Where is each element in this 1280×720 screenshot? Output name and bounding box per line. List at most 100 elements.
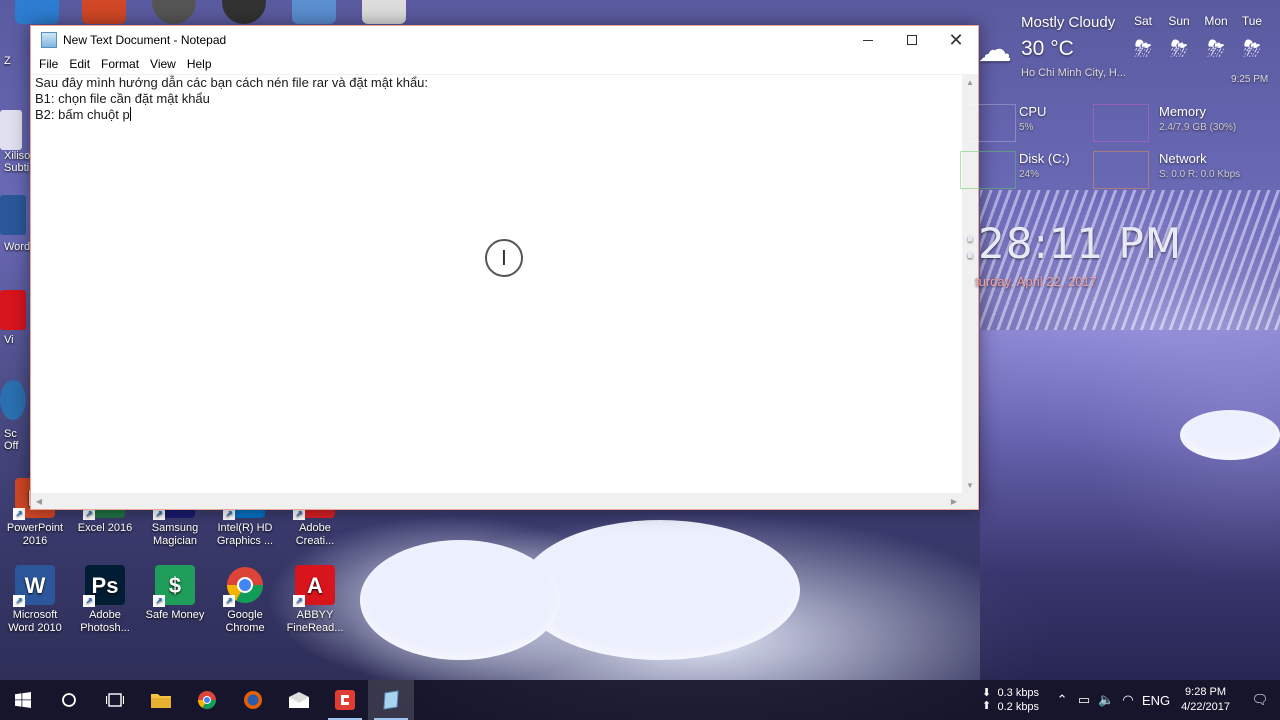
memory-label: Memory xyxy=(1159,104,1206,119)
clock-widget-date: turday, April 22, 2017 xyxy=(975,274,1097,289)
menu-view[interactable]: View xyxy=(146,57,183,71)
scrollbar-corner xyxy=(962,493,978,509)
desktop-icon[interactable]: A ↗ ABBYY FineRead... xyxy=(280,565,350,635)
thunderstorm-icon: ⛈ xyxy=(1134,36,1152,61)
desktop-icon-partial[interactable] xyxy=(82,0,126,24)
speaker-icon[interactable]: 🔈 xyxy=(1095,692,1117,708)
window-title: New Text Document - Notepad xyxy=(63,33,227,47)
edge-label: Z xyxy=(4,55,11,67)
wifi-icon[interactable]: ◠ xyxy=(1117,692,1139,708)
shortcut-arrow-icon: ↗ xyxy=(153,595,165,607)
desktop-icon-partial[interactable] xyxy=(15,0,59,24)
menu-file[interactable]: File xyxy=(35,57,65,71)
edge-label: Xiliso Subti xyxy=(4,150,31,174)
menu-edit[interactable]: Edit xyxy=(65,57,97,71)
disk-value: 24% xyxy=(1019,169,1040,180)
cpu-graph xyxy=(960,104,1016,142)
desktop-icon-partial[interactable] xyxy=(152,0,196,24)
shortcut-arrow-icon: ↗ xyxy=(13,595,25,607)
desktop-icon-label: Google Chrome xyxy=(225,609,265,634)
weather-condition: Mostly Cloudy xyxy=(1021,14,1116,31)
start-button[interactable] xyxy=(0,680,46,720)
app-icon[interactable] xyxy=(0,380,26,420)
scroll-up-arrow-icon[interactable]: ▲ xyxy=(962,74,978,90)
desktop-icon-partial[interactable] xyxy=(0,110,22,150)
taskbar-chrome[interactable] xyxy=(184,680,230,720)
desktop-icon-label: ABBYY FineRead... xyxy=(286,609,344,634)
desktop-icon-label: Excel 2016 xyxy=(77,522,133,534)
desktop-icon-label: Safe Money xyxy=(145,609,205,621)
battery-icon[interactable]: ▭ xyxy=(1073,692,1095,708)
action-center-icon[interactable]: 🗨 xyxy=(1240,692,1280,708)
disk-graph xyxy=(960,151,1016,189)
desktop-icon-partial[interactable] xyxy=(292,0,336,24)
desktop-icon[interactable]: $ ↗ Safe Money xyxy=(140,565,210,622)
desktop-icon-label: Adobe Creati... xyxy=(295,522,335,547)
taskbar-notepad[interactable] xyxy=(368,680,414,720)
edge-label: Sc Off xyxy=(4,428,19,452)
app-icon[interactable] xyxy=(0,290,26,330)
title-bar[interactable]: New Text Document - Notepad ✕ xyxy=(31,26,978,54)
horizontal-scrollbar[interactable]: ◀ ▶ xyxy=(31,493,962,509)
network-value: S: 0.0 R: 0.0 Kbps xyxy=(1159,169,1241,180)
desktop-icon-label: Samsung Magician xyxy=(151,522,199,547)
mail-icon xyxy=(289,692,309,708)
text-caret xyxy=(129,107,131,121)
network-graph xyxy=(1093,151,1149,189)
text-line-content: B2: bấm chuột p xyxy=(35,107,130,122)
show-hidden-icons-chevron-icon[interactable]: ⌃ xyxy=(1051,692,1073,708)
thunderstorm-icon: ⛈ xyxy=(1207,36,1225,61)
taskbar-camtasia[interactable] xyxy=(322,680,368,720)
scroll-down-arrow-icon[interactable]: ▼ xyxy=(962,477,978,493)
scroll-right-arrow-icon[interactable]: ▶ xyxy=(946,493,962,509)
maximize-icon xyxy=(907,35,917,45)
firefox-icon xyxy=(244,691,262,709)
shortcut-arrow-icon: ↗ xyxy=(83,595,95,607)
taskbar-date: 4/22/2017 xyxy=(1181,701,1230,713)
taskbar-file-explorer[interactable] xyxy=(138,680,184,720)
input-language[interactable]: ENG xyxy=(1139,693,1173,708)
thunderstorm-icon: ⛈ xyxy=(1243,36,1261,61)
safe-money-icon: $ ↗ xyxy=(153,565,195,607)
weather-updated-time: 9:25 PM xyxy=(1231,74,1269,85)
shortcut-arrow-icon: ↗ xyxy=(293,595,305,607)
word-icon[interactable] xyxy=(0,195,26,235)
text-line: B2: bấm chuột p xyxy=(35,107,958,123)
desktop-icon-label: PowerPoint 2016 xyxy=(6,522,64,547)
menu-format[interactable]: Format xyxy=(97,57,146,71)
desktop-icon[interactable]: W ↗ Microsoft Word 2010 xyxy=(0,565,70,635)
camtasia-icon xyxy=(335,690,355,710)
desktop-icon-label: Microsoft Word 2010 xyxy=(8,609,62,634)
task-view-button[interactable] xyxy=(92,680,138,720)
menu-help[interactable]: Help xyxy=(183,57,219,71)
shortcut-arrow-icon: ↗ xyxy=(223,595,235,607)
desktop-icon-partial[interactable] xyxy=(222,0,266,24)
network-download-speed: 0.2 kbps xyxy=(997,701,1040,713)
forecast-day: Tue xyxy=(1241,14,1263,28)
weather-location: Ho Chi Minh City, H... xyxy=(1021,67,1126,79)
notepad-icon xyxy=(383,690,399,710)
forecast-day: Mon xyxy=(1204,14,1228,28)
close-button[interactable]: ✕ xyxy=(934,26,978,54)
cortana-button[interactable] xyxy=(46,680,92,720)
network-label: Network xyxy=(1159,151,1207,166)
taskbar-mail[interactable] xyxy=(276,680,322,720)
text-editor[interactable]: Sau đây mình hướng dẫn các bạn cách nén … xyxy=(31,74,962,493)
minimize-button[interactable] xyxy=(846,26,890,54)
cpu-label: CPU xyxy=(1019,104,1047,119)
desktop-icon[interactable]: Ps ↗ Adobe Photosh... xyxy=(70,565,140,635)
system-tray: ⬇ ⬆ 0.3 kbps 0.2 kbps ⌃ ▭ 🔈 ◠ ENG 9:28 PM… xyxy=(975,680,1280,720)
maximize-button[interactable] xyxy=(890,26,934,54)
desktop-icon[interactable]: ↗ Google Chrome xyxy=(210,565,280,635)
desktop-icon-partial[interactable] xyxy=(362,0,406,24)
scroll-left-arrow-icon[interactable]: ◀ xyxy=(31,493,47,509)
taskbar-time: 9:28 PM xyxy=(1185,686,1227,698)
network-speed-arrows-icon: ⬇ ⬆ xyxy=(981,687,992,712)
taskbar-clock[interactable]: 9:28 PM 4/22/2017 xyxy=(1181,685,1230,715)
menu-bar: File Edit Format View Help xyxy=(31,54,978,74)
edge-label: Word xyxy=(4,241,31,253)
taskbar-firefox[interactable] xyxy=(230,680,276,720)
abbyy-icon: A ↗ xyxy=(293,565,335,607)
word-icon: W ↗ xyxy=(13,565,55,607)
text-line: Sau đây mình hướng dẫn các bạn cách nén … xyxy=(35,75,429,90)
